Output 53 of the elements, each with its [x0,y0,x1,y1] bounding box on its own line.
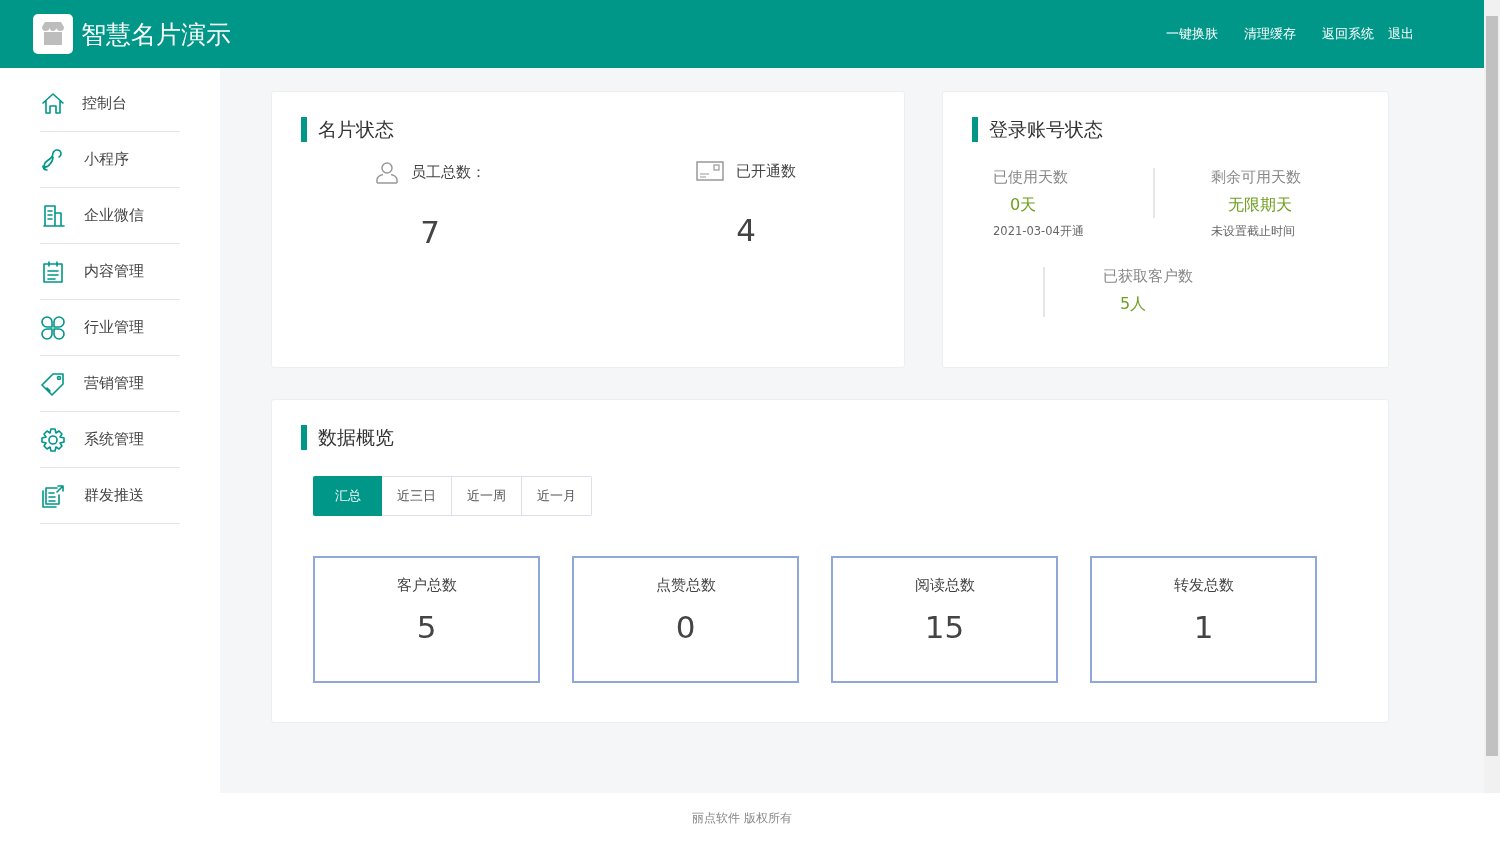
sidebar-item[interactable]: 群发推送 [40,468,180,524]
stat-value: 0 [675,609,696,645]
sidebar-item[interactable]: 行业管理 [40,300,180,356]
stat-value: 无限期天 [1228,195,1293,216]
scrollbar[interactable] [1484,0,1500,793]
period-tab[interactable]: 近三日 [382,476,452,516]
header-link[interactable]: 退出 [1388,25,1414,43]
stat-note: 2021-03-04开通 [993,224,1085,239]
sidebar-item[interactable]: 控制台 [40,76,180,132]
stat-label: 点赞总数 [655,576,716,595]
stat-note: 未设置截止时间 [1211,224,1296,239]
stat-label: 已开通数 [736,161,796,181]
stat-value: 4 [736,212,756,248]
sidebar-item[interactable]: 系统管理 [40,412,180,468]
header-link[interactable]: 清理缓存 [1244,25,1296,43]
stat-label: 剩余可用天数 [1211,168,1302,187]
stat-label: 已获取客户数 [1103,267,1194,286]
stat-label: 已使用天数 [993,168,1069,187]
header-link[interactable]: 返回系统 [1322,25,1374,43]
stat-value: 15 [924,609,965,645]
scrollbar-thumb[interactable] [1486,16,1498,756]
stat-label: 阅读总数 [914,576,975,595]
stat-value: 7 [420,214,440,250]
sidebar-item[interactable]: 内容管理 [40,244,180,300]
stat-value: 0天 [1010,195,1038,216]
tag-icon [40,370,66,397]
card-icon [696,160,724,182]
building-icon [40,202,66,229]
period-tab[interactable]: 近一周 [452,476,522,516]
section-title: 数据概览 [301,425,394,450]
header-link[interactable]: 一键换肤 [1166,25,1218,43]
app-title: 智慧名片演示 [81,18,231,51]
house-icon [40,90,66,117]
person-icon [374,160,399,184]
settings-icon [40,426,66,453]
section-title: 登录账号状态 [972,117,1103,142]
sidebar-item[interactable]: 小程序 [40,132,180,188]
stat-label: 转发总数 [1173,576,1234,595]
copyright-text: 丽点软件 版权所有 [692,810,792,827]
section-title: 名片状态 [301,117,394,142]
clover-icon [40,314,66,341]
stat-value: 5人 [1120,294,1148,315]
sidebar-item[interactable]: 企业微信 [40,188,180,244]
period-tab[interactable]: 汇总 [313,476,382,516]
period-tab[interactable]: 近一月 [522,476,592,516]
clipboard-icon [40,258,66,285]
stat-label: 员工总数： [410,162,486,182]
document-icon [40,482,66,509]
shop-icon [33,14,73,54]
stat-value: 5 [416,609,437,645]
sidebar-item[interactable]: 营销管理 [40,356,180,412]
stat-label: 客户总数 [396,576,457,595]
stat-value: 1 [1193,609,1214,645]
